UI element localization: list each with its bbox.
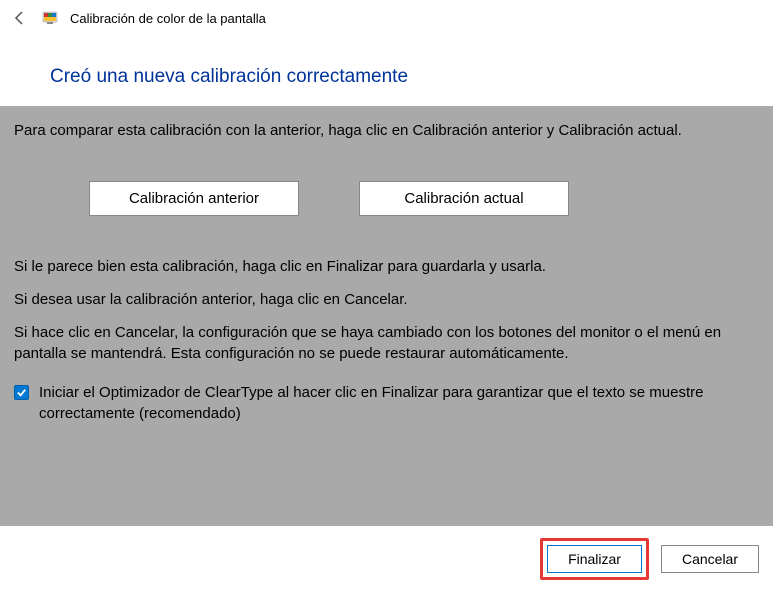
finish-button[interactable]: Finalizar [547, 545, 642, 573]
page-heading: Creó una nueva calibración correctamente [50, 66, 773, 88]
cleartype-checkbox[interactable] [14, 385, 29, 400]
previous-calibration-button[interactable]: Calibración anterior [89, 181, 299, 216]
back-button[interactable] [10, 8, 30, 28]
window-title: Calibración de color de la pantalla [70, 11, 266, 26]
cancel-instruction: Si desea usar la calibración anterior, h… [14, 289, 759, 310]
app-icon [42, 10, 58, 26]
cancel-button[interactable]: Cancelar [661, 545, 759, 573]
current-calibration-button[interactable]: Calibración actual [359, 181, 569, 216]
footer-bar: Finalizar Cancelar [0, 526, 773, 592]
content-area: Para comparar esta calibración con la an… [0, 106, 773, 526]
cleartype-checkbox-label: Iniciar el Optimizador de ClearType al h… [39, 382, 759, 424]
cancel-warning: Si hace clic en Cancelar, la configuraci… [14, 322, 759, 364]
compare-instruction: Para comparar esta calibración con la an… [14, 120, 759, 141]
finish-instruction: Si le parece bien esta calibración, haga… [14, 256, 759, 277]
highlight-annotation: Finalizar [540, 538, 649, 580]
